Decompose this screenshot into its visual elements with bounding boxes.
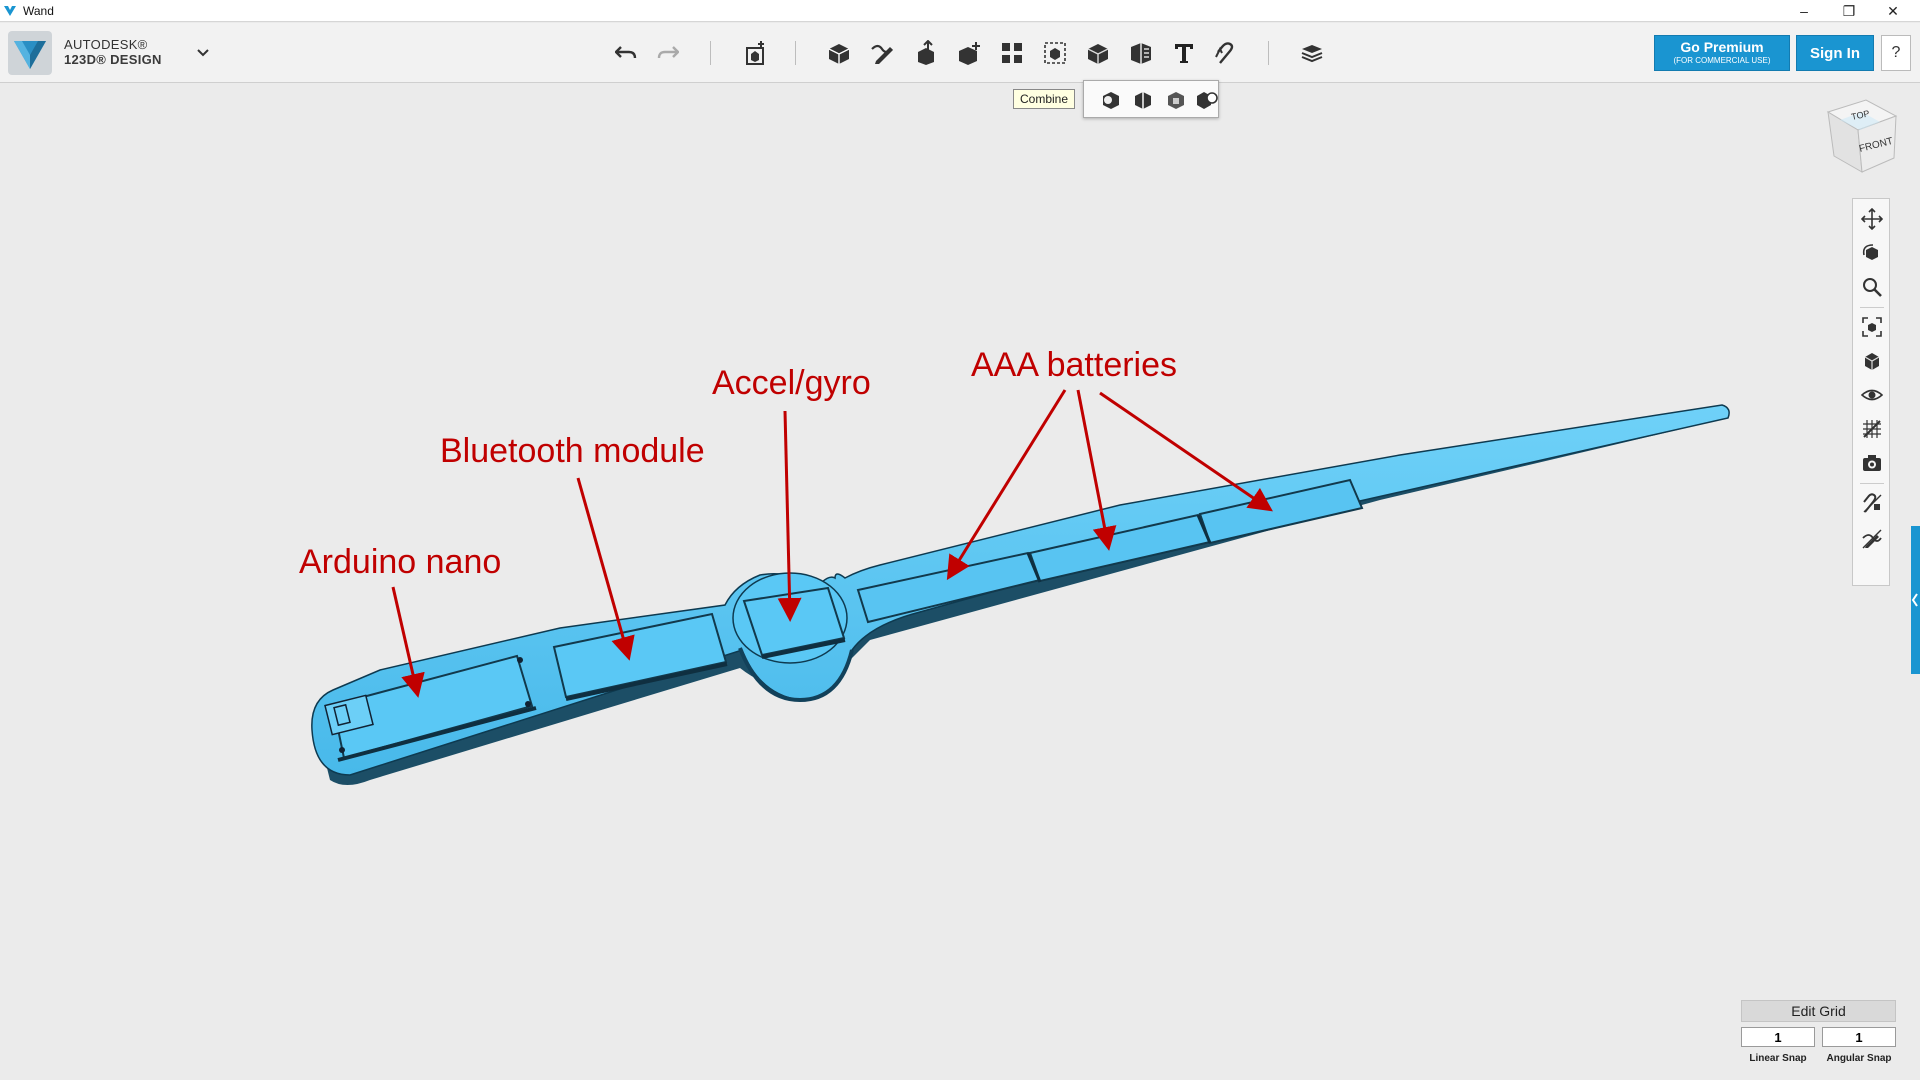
text-icon[interactable]	[1167, 37, 1201, 69]
go-premium-button[interactable]: Go Premium (FOR COMMERCIAL USE)	[1654, 35, 1790, 71]
hide-sketch-icon[interactable]	[1858, 525, 1886, 553]
undo-icon[interactable]	[609, 37, 643, 69]
angular-snap-label: Angular Snap	[1826, 1053, 1892, 1064]
combine-icon[interactable]	[1081, 37, 1115, 69]
orbit-icon[interactable]	[1858, 239, 1886, 267]
chevron-down-icon[interactable]	[196, 45, 210, 63]
edit-grid-button[interactable]: Edit Grid	[1741, 1000, 1896, 1022]
bluetooth-label: Bluetooth module	[440, 432, 705, 470]
app-logo-icon	[3, 4, 17, 22]
grouping-icon[interactable]	[1038, 37, 1072, 69]
side-panel-toggle[interactable]	[1911, 526, 1920, 674]
brand-line1: AUTODESK®	[64, 37, 148, 52]
minimize-button[interactable]: –	[1783, 0, 1825, 22]
close-button[interactable]: ✕	[1872, 0, 1914, 22]
fit-icon[interactable]	[1858, 313, 1886, 341]
primitives-icon[interactable]	[822, 37, 856, 69]
perspective-icon[interactable]	[1858, 347, 1886, 375]
help-button[interactable]: ?	[1881, 35, 1911, 71]
camera-icon[interactable]	[1858, 449, 1886, 477]
grid-toggle-icon[interactable]	[1858, 415, 1886, 443]
snap-icon[interactable]	[1210, 37, 1244, 69]
premium-sublabel: (FOR COMMERCIAL USE)	[1673, 56, 1771, 65]
zoom-icon[interactable]	[1858, 273, 1886, 301]
brand-name: AUTODESK® 123D® DESIGN	[64, 37, 162, 67]
redo-icon[interactable]	[651, 37, 685, 69]
wand-model[interactable]	[0, 84, 1920, 1080]
sketch-icon[interactable]	[866, 37, 900, 69]
3d-viewport[interactable]: Arduino nano Bluetooth module Accel/gyro…	[0, 84, 1920, 1080]
view-cube[interactable]: TOP FRONT	[1822, 92, 1900, 184]
transform-icon[interactable]	[738, 37, 772, 69]
brand-line2: 123D® DESIGN	[64, 52, 162, 67]
navigation-bar	[1852, 198, 1890, 586]
pan-icon[interactable]	[1858, 205, 1886, 233]
title-bar: Wand – ❐ ✕	[0, 0, 1920, 22]
restore-button[interactable]: ❐	[1828, 0, 1870, 22]
accel-gyro-label: Accel/gyro	[712, 364, 871, 402]
sign-in-button[interactable]: Sign In	[1796, 35, 1874, 71]
window-title: Wand	[23, 4, 54, 18]
measure-icon[interactable]	[1124, 37, 1158, 69]
linear-snap-input[interactable]	[1741, 1027, 1815, 1047]
app-menu-logo[interactable]	[8, 31, 52, 75]
snap-toggle-icon[interactable]	[1858, 489, 1886, 517]
construct-icon[interactable]	[909, 37, 943, 69]
angular-snap-input[interactable]	[1822, 1027, 1896, 1047]
batteries-label: AAA batteries	[971, 346, 1178, 384]
pattern-icon[interactable]	[995, 37, 1029, 69]
arduino-label: Arduino nano	[299, 543, 502, 581]
premium-label: Go Premium	[1680, 39, 1764, 55]
visibility-icon[interactable]	[1858, 381, 1886, 409]
grid-panel: Edit Grid Linear Snap Angular Snap	[1741, 1000, 1896, 1072]
linear-snap-label: Linear Snap	[1749, 1053, 1807, 1064]
main-toolbar: AUTODESK® 123D® DESIGN Go Premium (FOR C…	[0, 23, 1920, 83]
material-icon[interactable]	[1295, 37, 1329, 69]
modify-icon[interactable]	[952, 37, 986, 69]
